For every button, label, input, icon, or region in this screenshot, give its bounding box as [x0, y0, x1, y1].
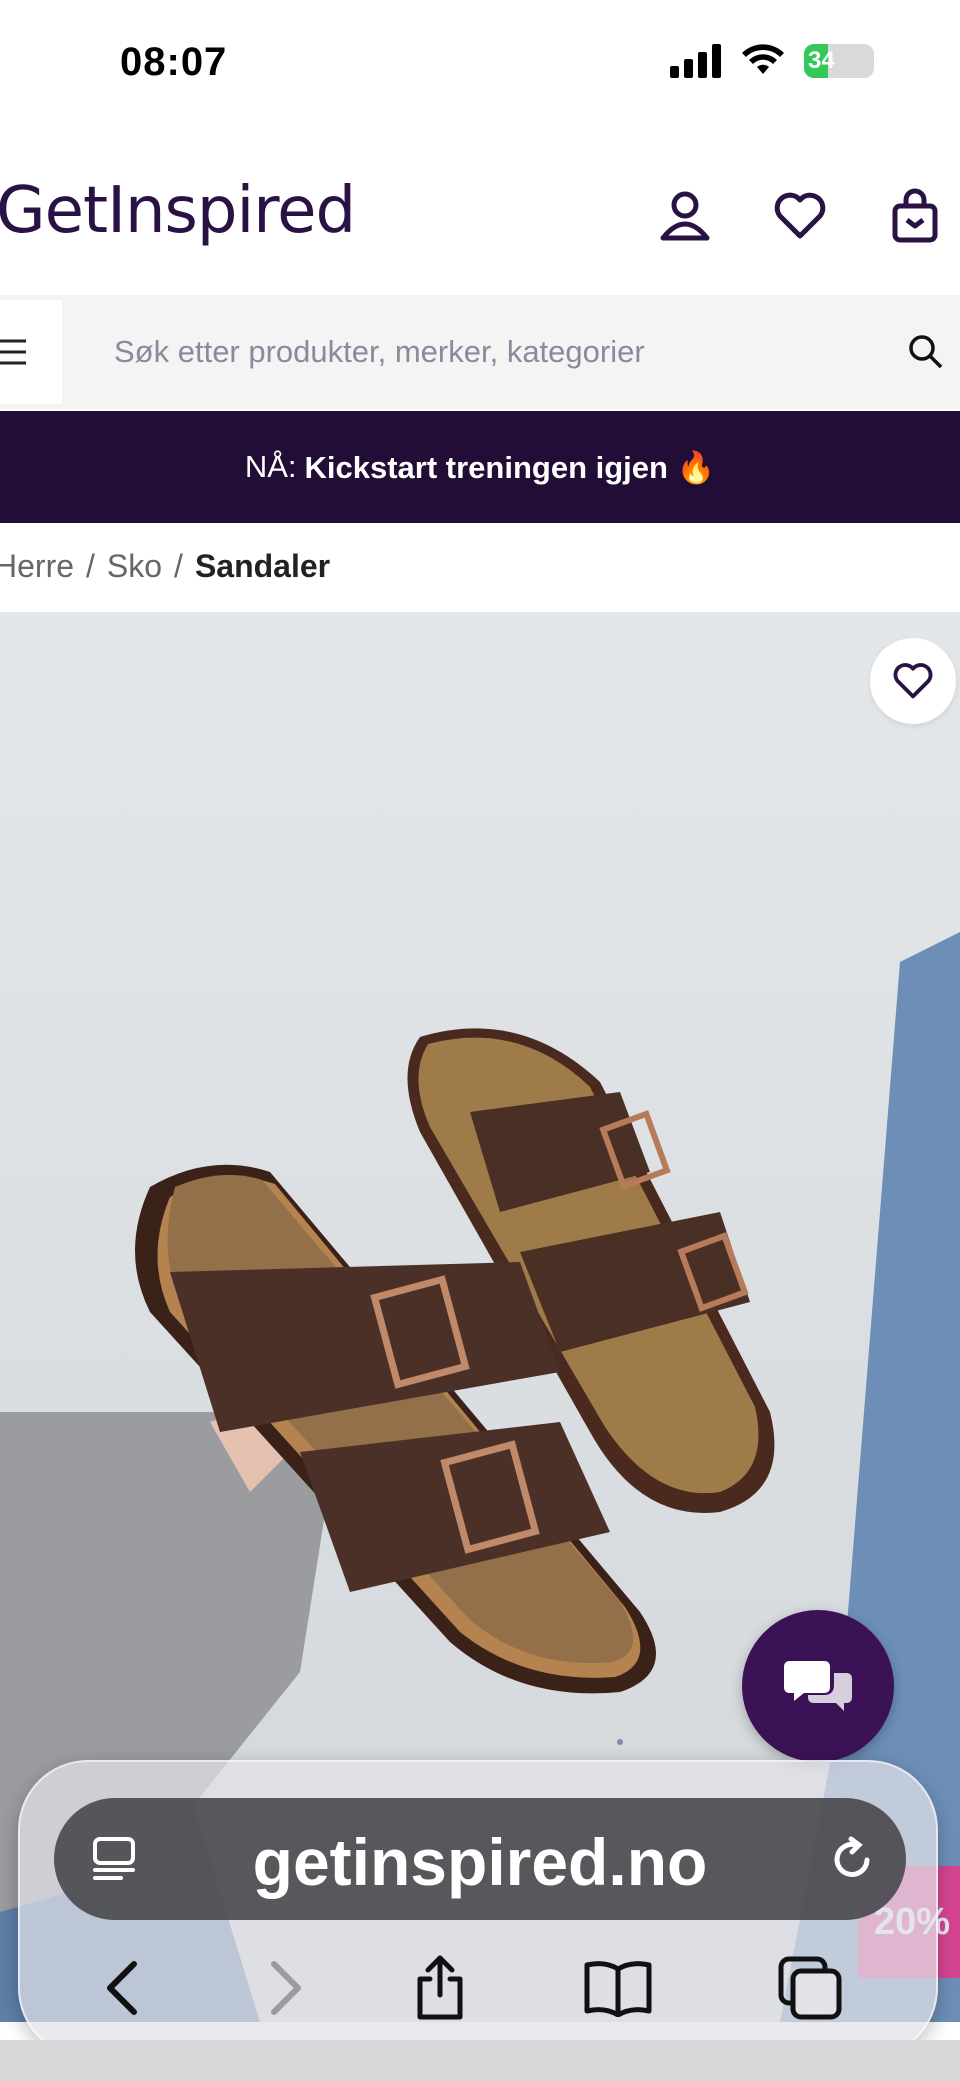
- breadcrumb-item-sko[interactable]: Sko: [107, 548, 162, 585]
- back-icon[interactable]: [82, 1948, 162, 2028]
- breadcrumb-separator: /: [86, 548, 95, 584]
- site-header: GetInspired: [0, 130, 960, 295]
- browser-toolbar: getinspired.no: [18, 1760, 938, 2058]
- battery-icon: 34: [804, 44, 874, 78]
- breadcrumb-item-sandaler: Sandaler: [194, 548, 331, 584]
- wishlist-button[interactable]: [870, 638, 956, 724]
- account-icon[interactable]: [655, 186, 715, 246]
- breadcrumb: Herre / Sko / Sandaler: [0, 548, 330, 585]
- wifi-icon: [742, 44, 784, 74]
- tabs-icon[interactable]: [770, 1948, 850, 2028]
- share-icon[interactable]: [400, 1948, 480, 2028]
- heart-icon: [893, 663, 933, 699]
- search-input[interactable]: [62, 295, 902, 409]
- menu-icon[interactable]: [0, 300, 62, 404]
- breadcrumb-separator: /: [174, 548, 183, 584]
- breadcrumb-item-herre[interactable]: Herre: [0, 548, 74, 585]
- status-bar: 08:07 34: [0, 0, 960, 130]
- bottom-strip: [0, 2040, 960, 2081]
- reload-icon[interactable]: [822, 1829, 882, 1889]
- signal-icon: [670, 44, 721, 78]
- bookmarks-icon[interactable]: [578, 1948, 658, 2028]
- cart-icon[interactable]: [885, 186, 945, 246]
- promo-text: Kickstart treningen igjen 🔥: [304, 449, 716, 485]
- search-bar: [0, 295, 960, 409]
- address-bar[interactable]: getinspired.no: [54, 1798, 906, 1920]
- status-time: 08:07: [120, 40, 228, 84]
- chat-icon: [784, 1661, 852, 1711]
- chat-button[interactable]: [742, 1610, 894, 1762]
- promo-banner[interactable]: NÅ: Kickstart treningen igjen 🔥: [0, 411, 960, 523]
- site-logo[interactable]: GetInspired: [0, 174, 356, 248]
- forward-icon[interactable]: [246, 1948, 326, 2028]
- heart-icon[interactable]: [770, 186, 830, 246]
- promo-prefix: NÅ:: [244, 449, 297, 484]
- url-text: getinspired.no: [252, 1825, 708, 1899]
- search-icon[interactable]: [896, 322, 956, 382]
- status-icons: 34: [670, 44, 874, 78]
